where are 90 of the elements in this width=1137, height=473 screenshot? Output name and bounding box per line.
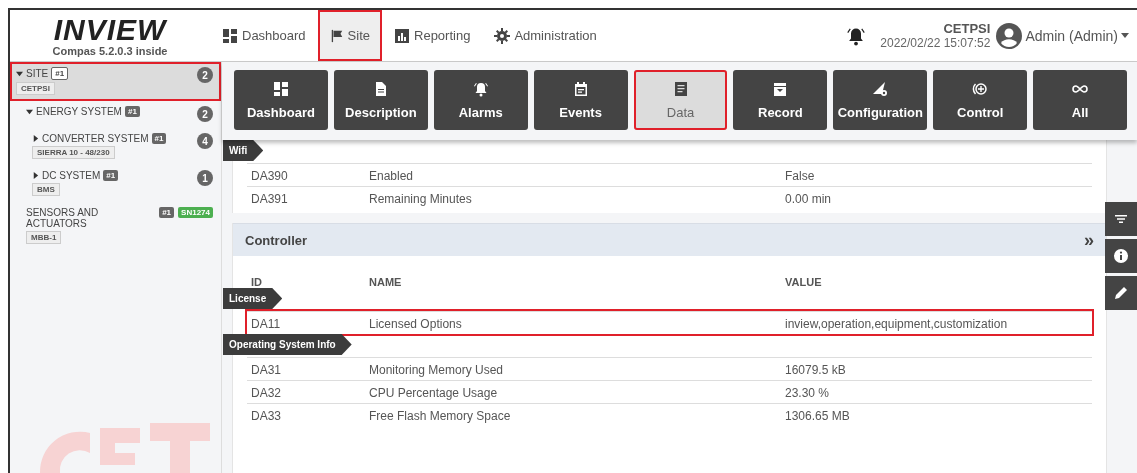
group-tag: Operating System Info: [223, 334, 352, 355]
nav-tab[interactable]: Administration: [482, 10, 609, 61]
avatar-icon: [996, 22, 1023, 49]
calendar-icon: [572, 80, 589, 97]
count-badge: 1: [197, 170, 213, 186]
nav-tab[interactable]: Dashboard: [210, 10, 318, 61]
tree-item[interactable]: SENSORS AND ACTUATORS MBB-1 #1 SN1274: [20, 202, 221, 250]
archive-icon: [772, 80, 789, 97]
tree-item[interactable]: ENERGY SYSTEM #1 2: [20, 101, 221, 128]
toolbar-tab[interactable]: Configuration: [833, 70, 928, 130]
table-cell-text: 23.30 %: [784, 386, 831, 400]
table-cell-text: DA391: [250, 192, 289, 206]
node-tag: #1: [103, 170, 119, 181]
node-label: DC SYSTEM: [42, 170, 101, 181]
triangle-gear-icon: [872, 80, 889, 97]
toolbar-tab[interactable]: Record: [733, 70, 828, 130]
date-time: 2022/02/22 15:07:52: [880, 36, 991, 50]
tree-item[interactable]: CONVERTER SYSTEM #1 SIERRA 10 - 48/230 4: [26, 128, 221, 165]
tree-item[interactable]: DC SYSTEM #1 BMS 1: [26, 165, 221, 202]
plus-circle-icon: [972, 80, 989, 97]
bar-chart-icon: [394, 27, 410, 44]
info-button[interactable]: [1105, 239, 1137, 273]
group-tag: License: [223, 288, 283, 309]
table-cell-text: 0.00 min: [784, 192, 833, 206]
logo: INVIEW: [53, 14, 167, 45]
table-cell-text: Licensed Options: [368, 317, 463, 331]
list-icon: [672, 80, 689, 97]
settings-icon: [494, 27, 511, 44]
version-text: Compas 5.2.0.3 inside: [52, 44, 168, 57]
toolbar-tab[interactable]: Description: [333, 70, 428, 130]
grid-icon: [272, 80, 289, 97]
table-cell-text: 1306.65 MB: [784, 409, 851, 423]
node-label: CONVERTER SYSTEM: [42, 133, 149, 144]
toolbar-tab[interactable]: Control: [933, 70, 1028, 130]
caret-right-icon[interactable]: [32, 172, 39, 179]
table-cell-text: DA11: [250, 317, 282, 331]
toolbar-tab[interactable]: Events: [533, 70, 628, 130]
table-cell-text: Free Flash Memory Space: [368, 409, 512, 423]
node-subtitle: MBB-1: [26, 231, 62, 244]
toolbar-tab[interactable]: All: [1033, 70, 1127, 130]
toolbar-tab[interactable]: Alarms: [433, 70, 528, 130]
pencil-icon: [1113, 285, 1129, 301]
toolbar-tab[interactable]: Data: [633, 70, 728, 130]
node-subtitle: BMS: [32, 183, 60, 196]
toolbar-tab[interactable]: Dashboard: [234, 70, 328, 130]
site-name: CETPSI: [943, 21, 991, 36]
table-cell-text: DA33: [250, 409, 283, 423]
nav-tab[interactable]: Reporting: [382, 10, 483, 61]
node-subtitle: CETPSI: [16, 82, 55, 95]
grid-icon: [222, 27, 238, 44]
user-menu[interactable]: Admin (Admin): [996, 10, 1137, 61]
count-badge: 2: [197, 106, 213, 122]
count-badge: 4: [197, 133, 213, 149]
table-cell-text: Monitoring Memory Used: [368, 363, 505, 377]
column-header: NAME: [368, 276, 403, 288]
flag-icon: [329, 28, 344, 43]
table-cell-text: False: [784, 169, 816, 183]
caret-down-icon[interactable]: [26, 108, 33, 115]
node-tag: #1: [51, 67, 69, 80]
panel-title: Controller: [245, 232, 308, 248]
table-cell-text: DA31: [250, 363, 283, 377]
column-header: ID: [250, 276, 263, 288]
table-cell-text: DA32: [250, 386, 283, 400]
count-badge: 2: [197, 67, 213, 83]
column-header: VALUE: [784, 276, 823, 288]
caret-right-icon[interactable]: [32, 135, 39, 142]
table-cell-text: CPU Percentage Usage: [368, 386, 499, 400]
caret-icon: [1121, 33, 1129, 38]
node-tag: #1: [151, 133, 167, 144]
bell-icon: [472, 80, 489, 97]
table-cell-text: inview,operation,equipment,customization: [784, 317, 1009, 331]
serial-tag: SN1274: [178, 207, 213, 218]
node-tag: #1: [124, 106, 140, 117]
node-tag: #1: [159, 207, 175, 218]
table-cell-text: Enabled: [368, 169, 415, 183]
node-label: SENSORS AND ACTUATORS: [26, 207, 100, 229]
tree-item[interactable]: SITE #1 CETPSI 2: [10, 62, 221, 101]
node-label: SITE: [26, 68, 49, 79]
caret-down-icon[interactable]: [16, 70, 23, 77]
table-cell-text: DA390: [250, 169, 289, 183]
info-icon: [1113, 248, 1129, 264]
filter-button[interactable]: [1105, 202, 1137, 236]
node-label: ENERGY SYSTEM: [36, 106, 122, 117]
group-tag: Wifi: [223, 140, 264, 161]
node-subtitle: SIERRA 10 - 48/230: [32, 146, 115, 159]
table-cell-text: 16079.5 kB: [784, 363, 847, 377]
edit-button[interactable]: [1105, 276, 1137, 310]
table-cell-text: Remaining Minutes: [368, 192, 473, 206]
expand-button[interactable]: »: [1084, 229, 1094, 251]
nav-tab[interactable]: Site: [317, 10, 382, 61]
